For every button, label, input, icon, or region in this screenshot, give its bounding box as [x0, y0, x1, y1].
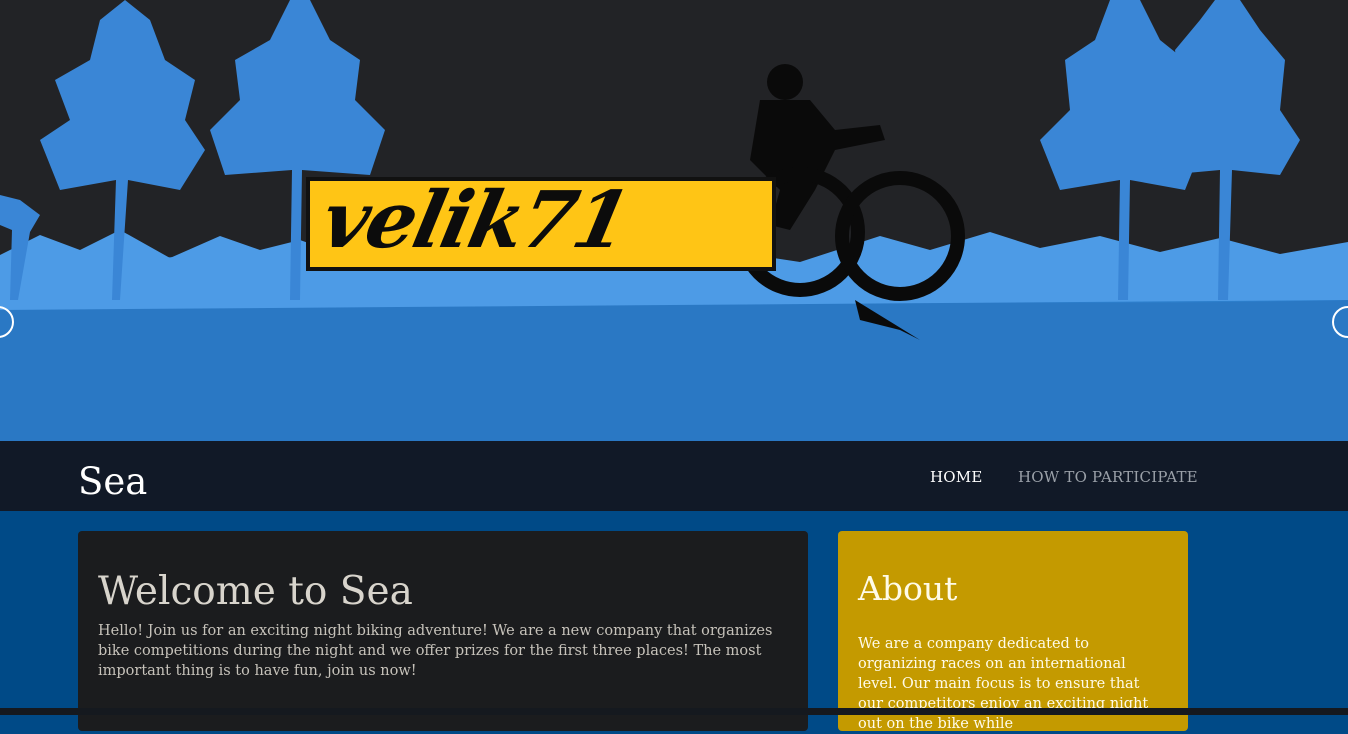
logo-text: velik71: [314, 175, 637, 266]
velik71-logo: velik71: [306, 175, 776, 271]
site-brand[interactable]: Sea: [78, 459, 147, 505]
about-title: About: [858, 569, 958, 608]
nav-home-link[interactable]: HOME: [930, 468, 983, 486]
about-card: About We are a company dedicated to orga…: [838, 531, 1188, 732]
about-text: We are a company dedicated to organizing…: [858, 636, 1149, 732]
nav-how-to-participate-link[interactable]: HOW TO PARTICIPATE: [1018, 468, 1198, 486]
bottom-edge: [0, 708, 1348, 715]
hero-banner: velik71: [0, 0, 1348, 441]
welcome-text: Hello! Join us for an exciting night bik…: [98, 623, 773, 679]
welcome-title: Welcome to Sea: [98, 569, 413, 614]
welcome-card: Welcome to Sea Hello! Join us for an exc…: [78, 531, 808, 731]
